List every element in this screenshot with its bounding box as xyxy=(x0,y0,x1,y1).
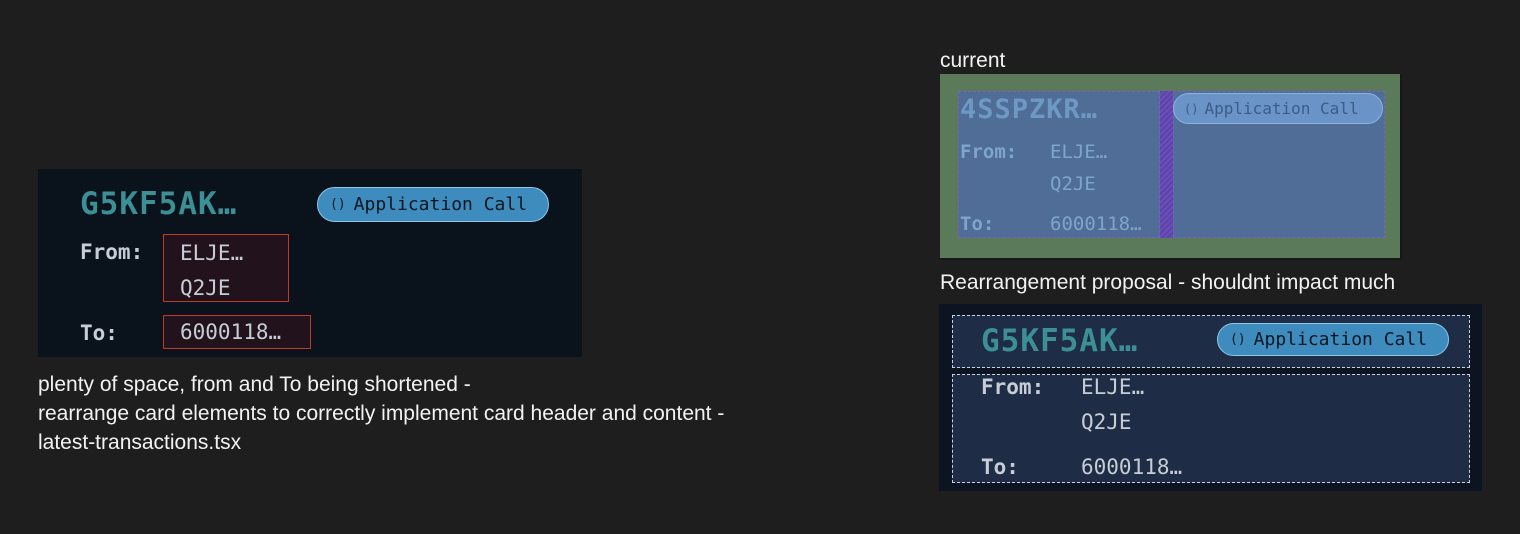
to-address[interactable]: 6000118… xyxy=(180,320,281,344)
proposal-transaction-id[interactable]: G5KF5AK… xyxy=(981,323,1138,359)
annotation-line-3: latest-transactions.tsx xyxy=(38,431,242,454)
code-brackets-icon: () xyxy=(1230,332,1246,347)
badge-label: Application Call xyxy=(353,194,528,215)
from-label: From: xyxy=(80,240,144,264)
current-from-address: ELJE… xyxy=(1050,141,1108,163)
current-to-address: 6000118… xyxy=(1050,213,1142,235)
current-to-label: To: xyxy=(960,213,995,235)
from-address[interactable]: ELJE… xyxy=(180,241,243,265)
to-label: To: xyxy=(80,321,118,345)
current-application-call-badge: () Application Call xyxy=(1173,93,1383,124)
current-transaction-id: 4SSPZKR… xyxy=(960,94,1099,125)
proposal-title: Rearrangement proposal - shouldnt impact… xyxy=(940,271,1396,294)
proposal-badge-label: Application Call xyxy=(1253,329,1428,350)
current-from-label: From: xyxy=(960,141,1018,163)
current-card-gap xyxy=(1160,91,1173,238)
current-badge-label: Application Call xyxy=(1204,99,1359,118)
proposal-to-address[interactable]: 6000118… xyxy=(1081,455,1182,479)
code-brackets-icon: () xyxy=(330,197,346,212)
transaction-id[interactable]: G5KF5AK… xyxy=(80,186,237,222)
proposal-from-address[interactable]: ELJE… xyxy=(1081,375,1144,399)
proposal-from-label: From: xyxy=(981,375,1045,399)
current-from-address-secondary: Q2JE xyxy=(1050,173,1096,195)
proposal-application-call-badge: () Application Call xyxy=(1217,323,1449,356)
code-brackets-icon: () xyxy=(1184,101,1199,116)
annotation-line-2: rearrange card elements to correctly imp… xyxy=(38,402,725,425)
from-address-secondary[interactable]: Q2JE xyxy=(180,276,231,300)
proposal-to-label: To: xyxy=(981,455,1019,479)
annotation-line-1: plenty of space, from and To being short… xyxy=(38,373,471,396)
proposal-from-address-secondary[interactable]: Q2JE xyxy=(1081,410,1132,434)
application-call-badge: () Application Call xyxy=(317,187,549,222)
current-title: current xyxy=(940,49,1006,72)
